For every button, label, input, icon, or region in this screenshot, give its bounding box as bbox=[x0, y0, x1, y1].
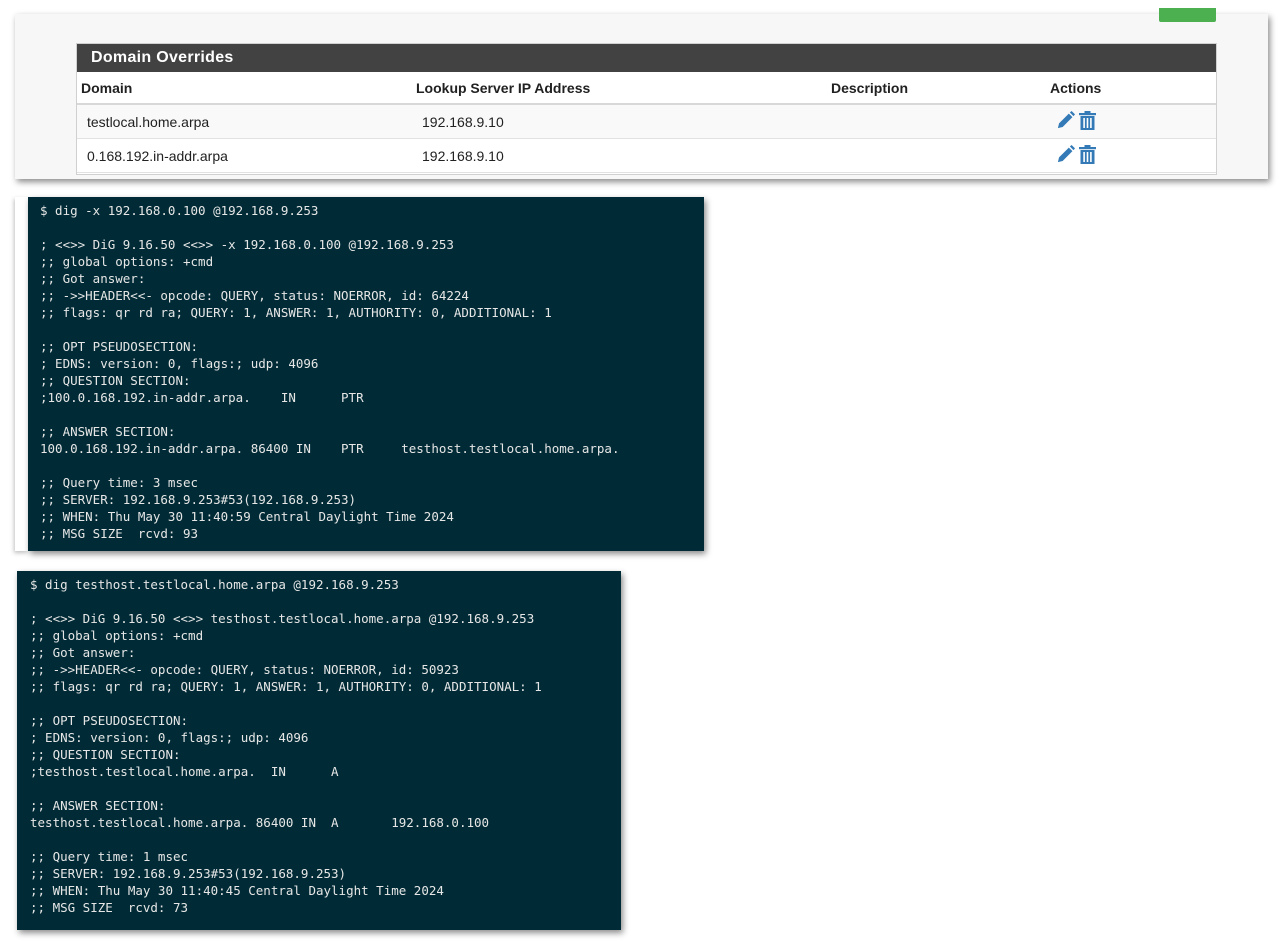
pencil-icon[interactable] bbox=[1056, 110, 1075, 130]
terminal-line: ;; flags: qr rd ra; QUERY: 1, ANSWER: 1,… bbox=[40, 305, 552, 320]
row-description bbox=[827, 104, 1046, 139]
terminal-forward-lookup[interactable]: $ dig testhost.testlocal.home.arpa @192.… bbox=[17, 571, 621, 930]
terminal-line: ;; MSG SIZE rcvd: 73 bbox=[30, 900, 189, 915]
terminal-line: ;; WHEN: Thu May 30 11:40:59 Central Day… bbox=[40, 509, 454, 524]
terminal-line: ;; OPT PSEUDOSECTION: bbox=[40, 339, 199, 354]
terminal-line: ;; WHEN: Thu May 30 11:40:45 Central Day… bbox=[30, 883, 444, 898]
terminal-line: ;; ANSWER SECTION: bbox=[30, 798, 166, 813]
terminal-output: $ dig -x 192.168.0.100 @192.168.9.253 ; <… bbox=[28, 197, 704, 542]
overrides-table: Domain Lookup Server IP Address Descript… bbox=[77, 72, 1216, 173]
row-ip: 192.168.9.10 bbox=[412, 138, 827, 173]
table-header-row: Domain Lookup Server IP Address Descript… bbox=[77, 72, 1216, 105]
row-ip: 192.168.9.10 bbox=[412, 104, 827, 139]
domain-overrides-panel: Domain Overrides Domain Lookup Server IP… bbox=[76, 43, 1217, 175]
column-header-ip[interactable]: Lookup Server IP Address bbox=[412, 72, 827, 105]
terminal-reverse-lookup[interactable]: $ dig -x 192.168.0.100 @192.168.9.253 ; <… bbox=[28, 197, 704, 551]
column-header-actions: Actions bbox=[1046, 72, 1216, 105]
pencil-icon[interactable] bbox=[1056, 144, 1075, 164]
add-button[interactable] bbox=[1159, 8, 1216, 22]
domain-overrides-section: Domain Overrides Domain Lookup Server IP… bbox=[15, 8, 1268, 179]
terminal-line: ;; QUESTION SECTION: bbox=[30, 747, 181, 762]
terminal-line: ;; global options: +cmd bbox=[40, 254, 214, 269]
terminal-edge bbox=[15, 197, 28, 551]
terminal-line: ;; ->>HEADER<<- opcode: QUERY, status: N… bbox=[30, 662, 459, 677]
terminal-line: ; <<>> DiG 9.16.50 <<>> testhost.testloc… bbox=[30, 611, 535, 626]
terminal-line: ;; Got answer: bbox=[30, 645, 136, 660]
terminal-line: ;; OPT PSEUDOSECTION: bbox=[30, 713, 189, 728]
terminal-line: testhost.testlocal.home.arpa. 86400 IN A… bbox=[30, 815, 490, 830]
table-row: 0.168.192.in-addr.arpa 192.168.9.10 bbox=[77, 138, 1216, 173]
terminal-line: $ dig testhost.testlocal.home.arpa @192.… bbox=[30, 577, 399, 592]
terminal-line: ; EDNS: version: 0, flags:; udp: 4096 bbox=[40, 356, 319, 371]
trash-icon[interactable] bbox=[1079, 110, 1096, 130]
terminal-line: $ dig -x 192.168.0.100 @192.168.9.253 bbox=[40, 203, 319, 218]
row-domain: 0.168.192.in-addr.arpa bbox=[77, 138, 412, 173]
terminal-line: ;testhost.testlocal.home.arpa. IN A bbox=[30, 764, 339, 779]
terminal-line: ;; flags: qr rd ra; QUERY: 1, ANSWER: 1,… bbox=[30, 679, 542, 694]
terminal-line: ;; global options: +cmd bbox=[30, 628, 204, 643]
terminal-line: ;100.0.168.192.in-addr.arpa. IN PTR bbox=[40, 390, 364, 405]
row-actions bbox=[1046, 104, 1216, 139]
terminal-line: ;; ->>HEADER<<- opcode: QUERY, status: N… bbox=[40, 288, 469, 303]
terminal-output: $ dig testhost.testlocal.home.arpa @192.… bbox=[17, 571, 621, 916]
row-domain: testlocal.home.arpa bbox=[77, 104, 412, 139]
column-header-domain[interactable]: Domain bbox=[77, 72, 412, 105]
terminal-line: ;; SERVER: 192.168.9.253#53(192.168.9.25… bbox=[40, 492, 357, 507]
terminal-line: ;; SERVER: 192.168.9.253#53(192.168.9.25… bbox=[30, 866, 347, 881]
terminal-line: ; EDNS: version: 0, flags:; udp: 4096 bbox=[30, 730, 309, 745]
terminal-line: ;; ANSWER SECTION: bbox=[40, 424, 176, 439]
table-row: testlocal.home.arpa 192.168.9.10 bbox=[77, 104, 1216, 139]
terminal-line: ;; Got answer: bbox=[40, 271, 146, 286]
trash-icon[interactable] bbox=[1079, 144, 1096, 164]
terminal-line: ; <<>> DiG 9.16.50 <<>> -x 192.168.0.100… bbox=[40, 237, 454, 252]
panel-title: Domain Overrides bbox=[77, 44, 1216, 72]
terminal-line: 100.0.168.192.in-addr.arpa. 86400 IN PTR… bbox=[40, 441, 620, 456]
terminal-line: ;; Query time: 3 msec bbox=[40, 475, 199, 490]
terminal-line: ;; MSG SIZE rcvd: 93 bbox=[40, 526, 199, 541]
row-actions bbox=[1046, 138, 1216, 173]
terminal-line: ;; QUESTION SECTION: bbox=[40, 373, 191, 388]
terminal-line: ;; Query time: 1 msec bbox=[30, 849, 189, 864]
row-description bbox=[827, 138, 1046, 173]
column-header-description[interactable]: Description bbox=[827, 72, 1046, 105]
